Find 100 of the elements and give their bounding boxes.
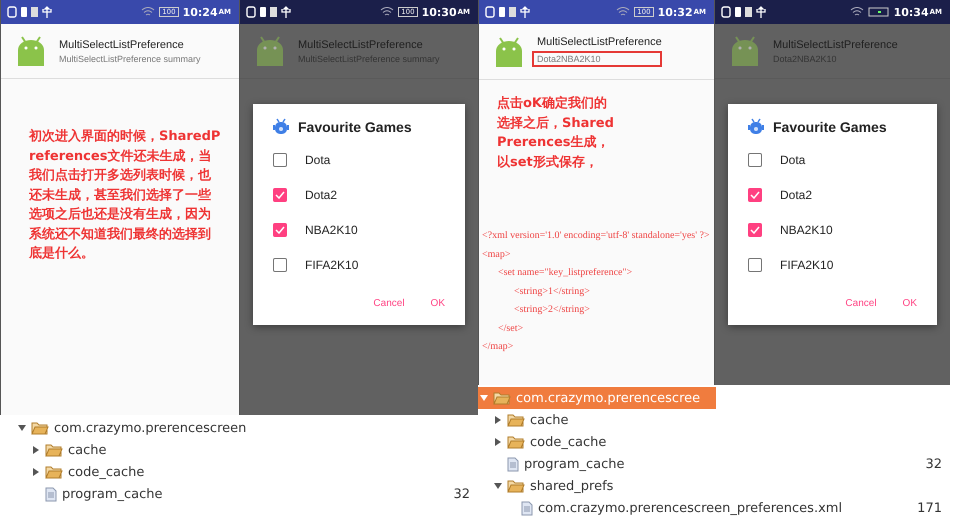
- wifi-icon: [850, 7, 864, 17]
- wifi-icon: [380, 7, 394, 17]
- clock: 10:32: [658, 6, 693, 18]
- checkbox[interactable]: [273, 222, 287, 236]
- checkbox[interactable]: [748, 222, 762, 236]
- option-label: FIFA2K10: [305, 258, 358, 272]
- checkbox[interactable]: [273, 188, 287, 202]
- square-icon: [721, 6, 731, 18]
- clock: 10:24: [182, 6, 218, 18]
- collapsed-triangle-icon[interactable]: [32, 468, 40, 476]
- option-label: Dota2: [305, 188, 338, 202]
- checkbox[interactable]: [748, 152, 762, 166]
- preference-item[interactable]: MultiSelectListPreference MultiSelectListPreference summary: [1, 24, 239, 79]
- file-size: 32: [453, 486, 471, 502]
- android-robot-icon: [256, 36, 284, 66]
- file-size: 32: [925, 456, 943, 472]
- xml-line: <map>: [482, 248, 510, 262]
- tree-row[interactable]: cache: [492, 409, 950, 431]
- checkbox[interactable]: [273, 152, 287, 166]
- tree-row[interactable]: com.crazymo.prerencescreen: [0, 417, 478, 439]
- tree-row[interactable]: program_cache 32: [492, 453, 950, 475]
- tree-row[interactable]: com.crazymo.prerencescreen_preferences.xml 171: [506, 497, 950, 519]
- tree-row[interactable]: code_cache: [14, 461, 478, 483]
- tree-item-label: cache: [68, 442, 106, 458]
- square-icon: [7, 6, 17, 18]
- xml-line: <set name="key_listpreference">: [498, 266, 632, 280]
- preference-title: MultiSelectListPreference: [298, 38, 424, 50]
- tree-row[interactable]: cache: [14, 439, 478, 461]
- folder-icon: [45, 443, 63, 457]
- tree-item-label: com.crazymo.prerencescree: [516, 390, 700, 406]
- battery-icon: [260, 7, 266, 17]
- tree-item-label: program_cache: [524, 456, 624, 472]
- usb-icon: [42, 6, 52, 18]
- folder-icon: [493, 391, 511, 405]
- sd-card-icon: [745, 7, 752, 17]
- android-robot-icon: [731, 36, 759, 66]
- android-robot-icon: [17, 36, 45, 66]
- checkbox[interactable]: [748, 258, 762, 272]
- preference-item[interactable]: MultiSelectListPreference Dota2NBA2K10: [479, 24, 714, 80]
- xml-line: </set>: [498, 322, 524, 336]
- tree-item-label: program_cache: [62, 486, 162, 502]
- dialog-title: Favourite Games: [298, 119, 412, 135]
- option-label: Dota: [780, 152, 806, 166]
- sd-card-icon: [509, 7, 516, 17]
- tree-row[interactable]: shared_prefs: [492, 475, 950, 497]
- tree-row[interactable]: program_cache 32: [14, 483, 478, 505]
- charging-battery-icon: [868, 7, 890, 17]
- android-robot-icon: [495, 36, 523, 66]
- xml-line: <string>2</string>: [514, 303, 590, 317]
- wifi-icon: [616, 7, 630, 17]
- checkbox[interactable]: [748, 188, 762, 202]
- tree-item-label: code_cache: [68, 464, 144, 480]
- battery-icon: [735, 7, 741, 17]
- xml-line: <string>1</string>: [514, 284, 590, 298]
- battery-icon: [21, 7, 27, 17]
- clock: 10:30: [422, 6, 457, 18]
- preference-summary: Dota2NBA2K10: [532, 51, 662, 67]
- tree-item-label: com.crazymo.prerencescreen: [54, 420, 246, 436]
- option-label: FIFA2K10: [780, 258, 834, 272]
- usb-icon: [756, 6, 766, 18]
- folder-icon: [45, 465, 63, 479]
- preference-title: MultiSelectListPreference: [537, 36, 662, 48]
- tree-item-label: com.crazymo.prerencescreen_preferences.xml: [538, 500, 842, 516]
- square-icon: [485, 6, 495, 18]
- file-icon: [45, 486, 57, 502]
- robot-icon: [748, 118, 764, 136]
- battery-icon: [499, 7, 505, 17]
- collapsed-triangle-icon[interactable]: [32, 446, 40, 454]
- annotation-text: 点击oK确定我们的选择之后，SharedPrerences生成，以set形式保存，: [497, 94, 615, 172]
- folder-icon: [31, 421, 49, 435]
- collapsed-triangle-icon[interactable]: [494, 438, 502, 446]
- sd-card-icon: [270, 7, 277, 17]
- preference-summary: MultiSelectListPreference summary: [59, 54, 201, 64]
- sd-card-icon: [31, 7, 38, 17]
- folder-icon: [507, 413, 525, 427]
- option-label: Dota2: [780, 188, 812, 202]
- option-label: NBA2K10: [780, 222, 833, 236]
- collapsed-triangle-icon[interactable]: [494, 416, 502, 424]
- dialog-title: Favourite Games: [773, 119, 887, 135]
- tree-item-label: code_cache: [530, 434, 606, 450]
- tree-row[interactable]: code_cache: [492, 431, 950, 453]
- clock: 10:34: [894, 6, 929, 18]
- usb-icon: [281, 6, 291, 18]
- expanded-triangle-icon[interactable]: [494, 482, 502, 490]
- usb-icon: [520, 6, 530, 18]
- file-size: 171: [917, 500, 943, 516]
- expanded-triangle-icon[interactable]: [18, 424, 26, 432]
- wifi-icon: [141, 7, 156, 17]
- file-icon: [521, 500, 533, 516]
- xml-line: <?xml version='1.0' encoding='utf-8' standalone='yes' ?>: [482, 229, 710, 243]
- preference-title: MultiSelectListPreference: [773, 38, 898, 50]
- xml-line: </map>: [482, 340, 514, 354]
- tree-item-label: cache: [530, 412, 568, 428]
- annotation-text: 初次进入界面的时候，SharedPreferences文件还未生成，当我们点击打开多选列表时候，也还未生成，甚至我们选择了一些选项之后也还是没有生成，因为系统还不知道我们最终的选择到底是什么。: [29, 128, 222, 263]
- preference-title: MultiSelectListPreference: [59, 38, 185, 50]
- square-icon: [246, 6, 256, 18]
- option-label: NBA2K10: [305, 222, 358, 236]
- checkbox[interactable]: [273, 258, 287, 272]
- option-label: Dota: [305, 152, 330, 166]
- file-icon: [507, 456, 519, 472]
